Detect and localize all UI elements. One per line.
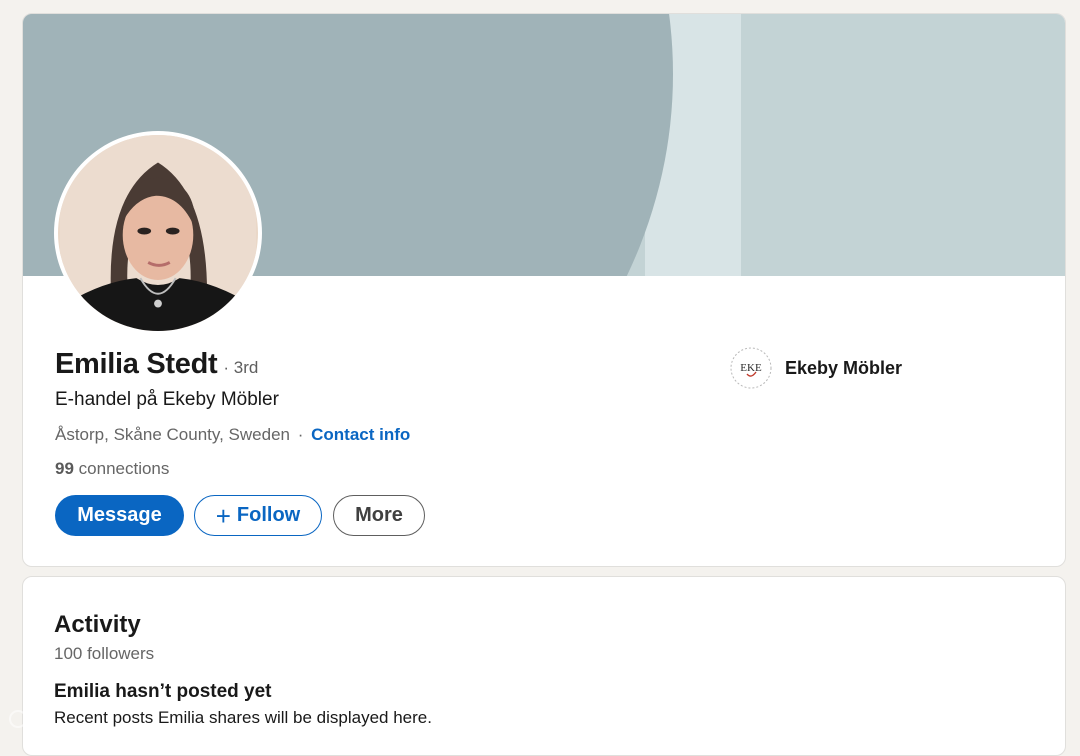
connections-count[interactable]: 99 connections [55,459,169,479]
profile-avatar[interactable] [54,131,262,335]
activity-card: Activity 100 followers Emilia hasn’t pos… [22,576,1066,756]
profile-headline: E-handel på Ekeby Möbler [55,389,279,410]
name-row: Emilia Stedt · 3rd [55,348,258,381]
contact-info-link[interactable]: Contact info [311,425,410,444]
company-name: Ekeby Möbler [785,357,903,378]
plus-icon: + [215,500,231,531]
profile-card: Emilia Stedt · 3rd E-handel på Ekeby Möb… [22,13,1066,567]
connection-degree: · 3rd [223,358,259,377]
company-logo-icon: EKE [729,346,773,390]
follow-button-label: Follow [236,504,301,526]
activity-title: Activity [54,611,141,638]
location-row: Åstorp, Skåne County, Sweden · Contact i… [55,425,410,445]
connections-number: 99 [55,459,74,478]
empty-activity-description: Recent posts Emilia shares will be displ… [54,708,432,727]
followers-count[interactable]: 100 followers [54,644,154,664]
message-button-label: Message [77,504,162,526]
current-company-link[interactable]: EKE Ekeby Möbler [729,346,902,390]
more-button-label: More [355,504,403,526]
empty-activity-title: Emilia hasn’t posted yet [54,681,272,702]
company-logo-text: EKE [740,362,762,374]
watermark-icon [8,707,52,736]
profile-photo-icon [60,135,256,331]
location-separator: · [297,425,304,444]
message-button[interactable]: Message [55,495,184,536]
connections-label: connections [78,459,170,478]
profile-location: Åstorp, Skåne County, Sweden [55,425,290,444]
profile-name: Emilia Stedt [55,348,218,380]
follow-button[interactable]: + Follow [194,495,322,536]
more-button[interactable]: More [333,495,425,536]
